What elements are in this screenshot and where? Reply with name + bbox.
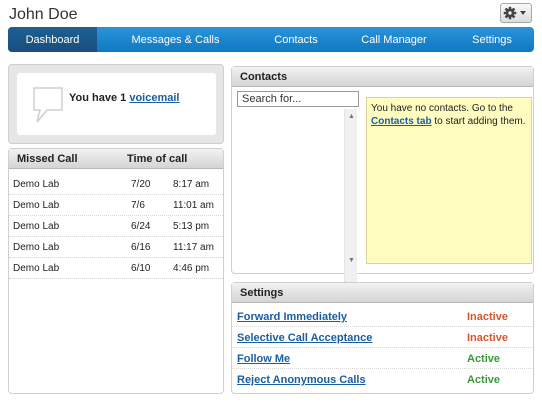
setting-row: Forward Immediately Inactive	[232, 306, 533, 327]
missed-calls-header: Missed Call Time of call	[9, 149, 223, 169]
call-time: 4:46 pm	[173, 263, 210, 274]
caret-down-icon	[520, 11, 526, 15]
call-time: 11:17 am	[173, 242, 214, 253]
status-badge: Active	[467, 374, 501, 386]
voicemail-message: You have 1 voicemail	[69, 92, 179, 104]
setting-link-selective-call-acceptance[interactable]: Selective Call Acceptance	[237, 332, 372, 344]
tab-contacts[interactable]: Contacts	[254, 27, 338, 52]
main-nav: Dashboard Messages & Calls Contacts Call…	[8, 27, 534, 52]
contacts-panel: Contacts Search for... ▲ ▼ You have no c…	[231, 66, 534, 329]
no-contacts-suffix: to start adding them.	[431, 116, 526, 127]
caller-name: Demo Lab	[13, 242, 60, 253]
call-date: 6/10	[131, 263, 151, 274]
time-of-call-column-header: Time of call	[127, 152, 188, 165]
missed-call-row[interactable]: Demo Lab 6/16 11:17 am	[9, 237, 223, 258]
caller-name: Demo Lab	[13, 200, 60, 211]
no-contacts-note: You have no contacts. Go to the Contacts…	[366, 97, 532, 264]
call-date: 6/16	[131, 242, 151, 253]
voicemail-link[interactable]: voicemail	[129, 92, 179, 104]
missed-call-column-header: Missed Call	[17, 152, 78, 165]
scroll-up-arrow-icon[interactable]: ▲	[348, 113, 355, 120]
tab-call-manager[interactable]: Call Manager	[338, 27, 450, 52]
scroll-down-arrow-icon[interactable]: ▼	[348, 257, 355, 264]
speech-bubble-icon	[33, 87, 63, 123]
settings-menu-button[interactable]	[500, 3, 532, 23]
missed-call-row[interactable]: Demo Lab 7/20 8:17 am	[9, 174, 223, 195]
setting-link-follow-me[interactable]: Follow Me	[237, 353, 290, 365]
tab-dashboard[interactable]: Dashboard	[8, 27, 97, 52]
tab-messages-calls[interactable]: Messages & Calls	[97, 27, 254, 52]
settings-panel: Settings Forward Immediately Inactive Se…	[231, 282, 534, 394]
call-date: 7/6	[131, 200, 145, 211]
voicemail-panel: You have 1 voicemail	[8, 64, 224, 144]
gear-icon	[503, 6, 526, 20]
setting-row: Reject Anonymous Calls Active	[232, 369, 533, 390]
call-time: 5:13 pm	[173, 221, 210, 232]
contacts-tab-link[interactable]: Contacts tab	[371, 116, 432, 127]
setting-link-reject-anonymous-calls[interactable]: Reject Anonymous Calls	[237, 374, 366, 386]
settings-title: Settings	[232, 283, 533, 303]
call-time: 11:01 am	[173, 200, 214, 211]
contacts-title: Contacts	[232, 67, 533, 87]
caller-name: Demo Lab	[13, 221, 60, 232]
caller-name: Demo Lab	[13, 263, 60, 274]
voicemail-card: You have 1 voicemail	[17, 73, 216, 135]
status-badge: Active	[467, 353, 501, 365]
caller-name: Demo Lab	[13, 179, 60, 190]
setting-row: Selective Call Acceptance Inactive	[232, 327, 533, 348]
contacts-search-input[interactable]: Search for...	[237, 91, 359, 107]
setting-link-forward-immediately[interactable]: Forward Immediately	[237, 311, 347, 323]
missed-call-row[interactable]: Demo Lab 7/6 11:01 am	[9, 195, 223, 216]
no-contacts-prefix: You have no contacts. Go to the	[371, 103, 513, 114]
setting-row: Follow Me Active	[232, 348, 533, 369]
status-badge: Inactive	[467, 311, 508, 323]
voicemail-prefix: You have 1	[69, 92, 130, 104]
missed-calls-panel: Missed Call Time of call Demo Lab 7/20 8…	[8, 148, 224, 394]
call-date: 6/24	[131, 221, 151, 232]
missed-call-row[interactable]: Demo Lab 6/24 5:13 pm	[9, 216, 223, 237]
call-time: 8:17 am	[173, 179, 210, 190]
missed-call-row[interactable]: Demo Lab 6/10 4:46 pm	[9, 258, 223, 279]
status-badge: Inactive	[467, 332, 508, 344]
tab-settings[interactable]: Settings	[450, 27, 534, 52]
user-name: John Doe	[9, 6, 78, 23]
call-date: 7/20	[131, 179, 151, 190]
